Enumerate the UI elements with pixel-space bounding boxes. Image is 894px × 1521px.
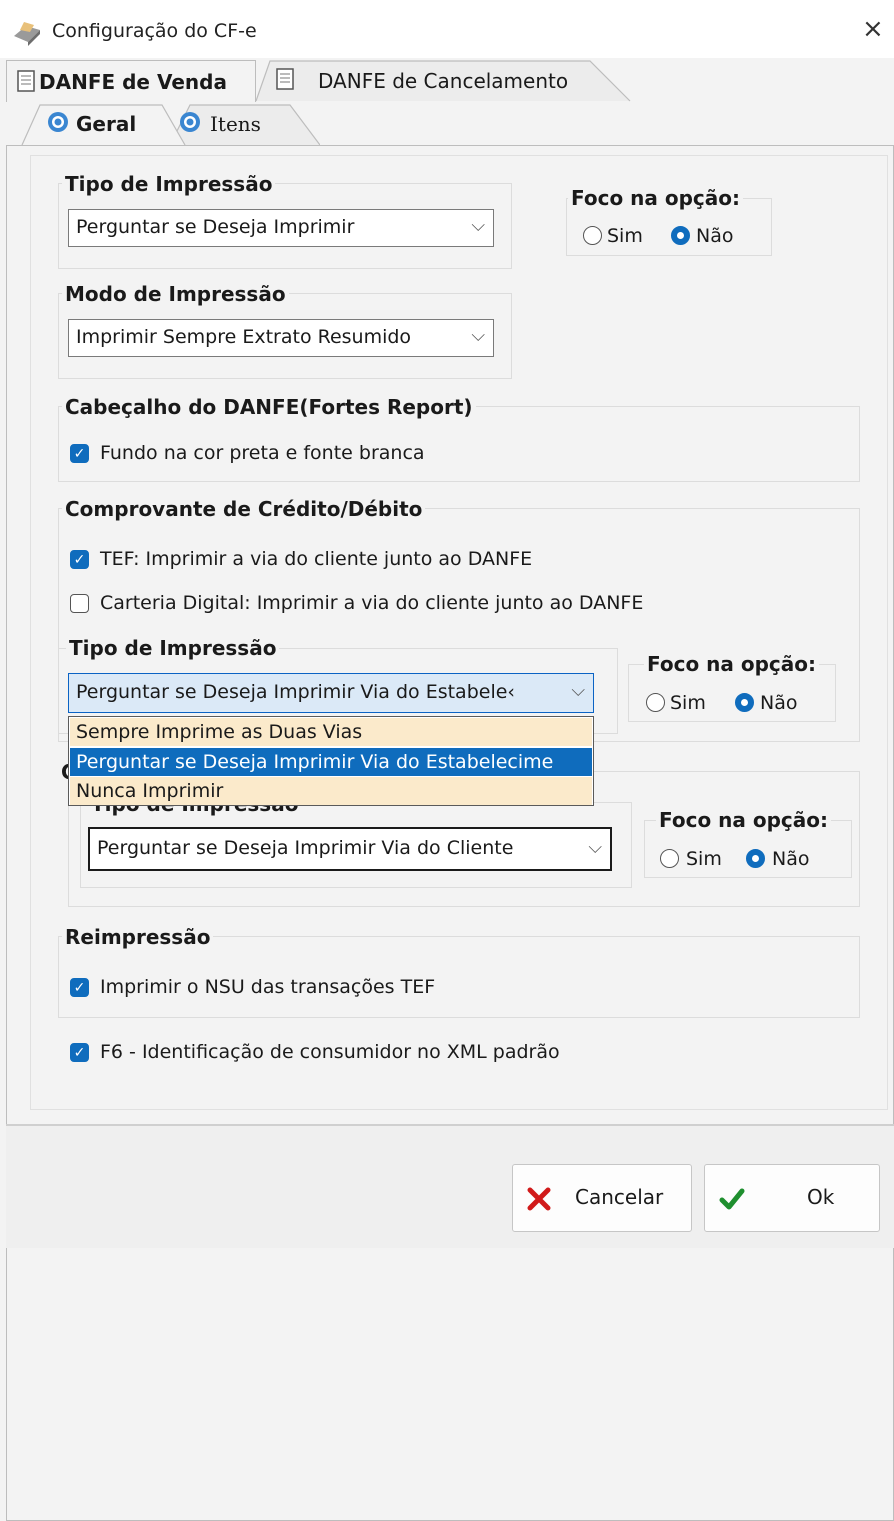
checkbox-label: TEF: Imprimir a via do cliente junto ao … — [100, 548, 533, 570]
radio-label: Não — [760, 692, 798, 714]
radio-label: Sim — [607, 225, 643, 247]
radio-label: Não — [696, 225, 734, 247]
dropdown-option[interactable]: Sempre Imprime as Duas Vias — [70, 718, 592, 746]
checkbox-label: Carteria Digital: Imprimir a via do clie… — [100, 592, 644, 614]
tipo-impressao-select[interactable]: Perguntar se Deseja Imprimir ⌵ — [68, 209, 494, 247]
tab-danfe-cancelamento[interactable]: DANFE de Cancelamento — [270, 62, 610, 100]
tipo-impressao-estab-select[interactable]: Perguntar se Deseja Imprimir Via do Esta… — [68, 673, 594, 713]
select-value: Perguntar se Deseja Imprimir Via do Clie… — [97, 837, 514, 859]
checkmark-icon — [719, 1188, 745, 1210]
radio-sim[interactable] — [660, 849, 679, 868]
tipo-impressao-cliente-select[interactable]: Perguntar se Deseja Imprimir Via do Clie… — [88, 827, 612, 871]
gear-icon — [48, 112, 68, 132]
radio-nao[interactable] — [735, 693, 754, 712]
ok-button[interactable]: Ok — [704, 1164, 880, 1232]
checkbox-label: F6 - Identificação de consumidor no XML … — [100, 1041, 560, 1063]
tef-checkbox[interactable]: ✓ — [70, 550, 89, 569]
select-value: Perguntar se Deseja Imprimir — [76, 216, 355, 238]
dropdown-option[interactable]: Nunca Imprimir — [70, 777, 592, 805]
subtab-label: Geral — [76, 112, 137, 136]
group-label: Foco na opção: — [656, 808, 831, 832]
gear-icon — [180, 112, 200, 132]
dropdown-option[interactable]: Perguntar se Deseja Imprimir Via do Esta… — [70, 748, 592, 776]
radio-nao[interactable] — [746, 849, 765, 868]
group-label: Tipo de Impressão — [62, 172, 276, 196]
document-icon — [276, 68, 294, 90]
group-label: Reimpressão — [62, 925, 214, 949]
group-label: Cabeçalho do DANFE(Fortes Report) — [62, 395, 476, 419]
checkbox-label: Imprimir o NSU das transações TEF — [100, 976, 436, 998]
chevron-down-icon: ⌵ — [588, 837, 602, 858]
dropdown-list: Sempre Imprime as Duas Vias Perguntar se… — [68, 716, 594, 806]
printer-icon — [14, 22, 40, 46]
button-label: Cancelar — [575, 1185, 664, 1209]
tab-danfe-venda[interactable]: DANFE de Venda — [6, 60, 256, 102]
document-icon — [17, 70, 35, 92]
fundo-preto-checkbox[interactable]: ✓ — [70, 444, 89, 463]
group-label: Foco na opção: — [644, 652, 819, 676]
modo-impressao-select[interactable]: Imprimir Sempre Extrato Resumido ⌵ — [68, 319, 494, 357]
radio-label: Não — [772, 848, 810, 870]
close-icon[interactable]: × — [862, 14, 884, 44]
button-label: Ok — [807, 1185, 835, 1209]
window-title: Configuração do CF-e — [52, 20, 257, 42]
f6-checkbox[interactable]: ✓ — [70, 1043, 89, 1062]
subtab-label: Itens — [210, 112, 261, 136]
radio-sim[interactable] — [583, 226, 602, 245]
select-value: Imprimir Sempre Extrato Resumido — [76, 326, 412, 348]
radio-sim[interactable] — [646, 693, 665, 712]
group-label: Modo de Impressão — [62, 282, 289, 306]
carteira-digital-checkbox[interactable] — [70, 594, 89, 613]
cancel-button[interactable]: Cancelar — [512, 1164, 692, 1232]
subtab-geral[interactable]: Geral — [40, 104, 160, 142]
chevron-down-icon: ⌵ — [571, 680, 585, 701]
subtab-itens[interactable]: Itens — [172, 104, 282, 142]
tab-label: DANFE de Venda — [39, 70, 227, 94]
chevron-down-icon: ⌵ — [471, 325, 485, 346]
tab-label: DANFE de Cancelamento — [318, 69, 569, 93]
group-label: Tipo de Impressão — [66, 636, 280, 660]
group-label: Comprovante de Crédito/Débito — [62, 497, 426, 521]
select-value: Perguntar se Deseja Imprimir Via do Esta… — [76, 681, 516, 703]
chevron-down-icon: ⌵ — [471, 215, 485, 236]
close-icon — [527, 1187, 551, 1211]
checkbox-label: Fundo na cor preta e fonte branca — [100, 442, 425, 464]
group-label: Foco na opção: — [568, 186, 743, 210]
nsu-checkbox[interactable]: ✓ — [70, 978, 89, 997]
radio-label: Sim — [686, 848, 722, 870]
radio-nao[interactable] — [671, 226, 690, 245]
radio-label: Sim — [670, 692, 706, 714]
